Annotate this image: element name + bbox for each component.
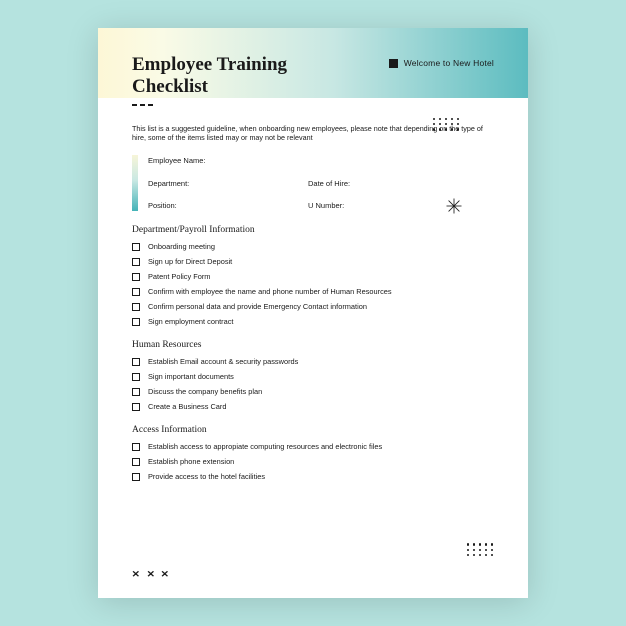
section-title: Access Information <box>132 425 494 435</box>
square-icon <box>389 59 398 68</box>
dot-grid-top <box>433 118 460 131</box>
gradient-bar <box>132 155 138 211</box>
item-label: Establish access to appropiate computing… <box>148 442 382 451</box>
item-label: Confirm personal data and provide Emerge… <box>148 302 367 311</box>
cross-icon: ✕ <box>161 569 169 580</box>
item-label: Establish phone extension <box>148 457 234 466</box>
item-label: Sign employment contract <box>148 317 233 326</box>
checklist-item: Provide access to the hotel facilities <box>132 472 494 481</box>
checkbox[interactable] <box>132 273 140 281</box>
hire-date-label: Date of Hire: <box>308 179 350 188</box>
checkbox[interactable] <box>132 473 140 481</box>
section-department-payroll: Department/Payroll Information Onboardin… <box>132 225 494 326</box>
checklist-item: Sign important documents <box>132 372 494 381</box>
welcome-text: Welcome to New Hotel <box>404 58 494 68</box>
welcome-box: Welcome to New Hotel <box>389 58 494 68</box>
item-label: Confirm with employee the name and phone… <box>148 287 392 296</box>
checklist-item: Create a Business Card <box>132 402 494 411</box>
item-label: Create a Business Card <box>148 402 226 411</box>
cross-icon: ✕ <box>146 569 154 580</box>
checklist-item: Onboarding meeting <box>132 242 494 251</box>
position-label: Position: <box>148 201 308 210</box>
dash-decor <box>132 104 494 106</box>
checklist-item: Confirm personal data and provide Emerge… <box>132 302 494 311</box>
employee-name-label: Employee Name: <box>148 156 308 165</box>
u-number-label: U Number: <box>308 201 344 210</box>
item-label: Establish Email account & security passw… <box>148 357 298 366</box>
checkbox[interactable] <box>132 358 140 366</box>
checkbox[interactable] <box>132 318 140 326</box>
item-label: Onboarding meeting <box>148 242 215 251</box>
content-area: Employee Training Checklist Welcome to N… <box>132 54 494 481</box>
employee-info: Employee Name: Department: Date of Hire:… <box>132 155 494 211</box>
checkbox[interactable] <box>132 288 140 296</box>
cross-icon: ✕ <box>132 569 140 580</box>
section-title: Human Resources <box>132 340 494 350</box>
checkbox[interactable] <box>132 403 140 411</box>
section-access-information: Access Information Establish access to a… <box>132 425 494 481</box>
checklist-item: Establish phone extension <box>132 457 494 466</box>
item-label: Discuss the company benefits plan <box>148 387 262 396</box>
cross-decor: ✕ ✕ ✕ <box>132 569 169 580</box>
item-label: Provide access to the hotel facilities <box>148 472 265 481</box>
checkbox[interactable] <box>132 258 140 266</box>
checkbox[interactable] <box>132 303 140 311</box>
department-label: Department: <box>148 179 308 188</box>
checklist-item: Discuss the company benefits plan <box>132 387 494 396</box>
checklist-item: Establish access to appropiate computing… <box>132 442 494 451</box>
checkbox[interactable] <box>132 443 140 451</box>
checklist-item: Sign employment contract <box>132 317 494 326</box>
checkbox[interactable] <box>132 388 140 396</box>
item-label: Sign up for Direct Deposit <box>148 257 232 266</box>
info-rows: Employee Name: Department: Date of Hire:… <box>148 155 494 211</box>
asterisk-icon <box>444 196 464 221</box>
checkbox[interactable] <box>132 458 140 466</box>
checklist-item: Confirm with employee the name and phone… <box>132 287 494 296</box>
item-label: Sign important documents <box>148 372 234 381</box>
checkbox[interactable] <box>132 373 140 381</box>
section-title: Department/Payroll Information <box>132 225 494 235</box>
item-label: Patent Policy Form <box>148 272 210 281</box>
page-title: Employee Training Checklist <box>132 54 322 98</box>
header: Employee Training Checklist Welcome to N… <box>132 54 494 98</box>
checklist-item: Establish Email account & security passw… <box>132 357 494 366</box>
checkbox[interactable] <box>132 243 140 251</box>
checklist-item: Patent Policy Form <box>132 272 494 281</box>
document-page: Employee Training Checklist Welcome to N… <box>98 28 528 598</box>
checklist-item: Sign up for Direct Deposit <box>132 257 494 266</box>
dot-grid-bottom <box>467 543 494 556</box>
section-human-resources: Human Resources Establish Email account … <box>132 340 494 411</box>
